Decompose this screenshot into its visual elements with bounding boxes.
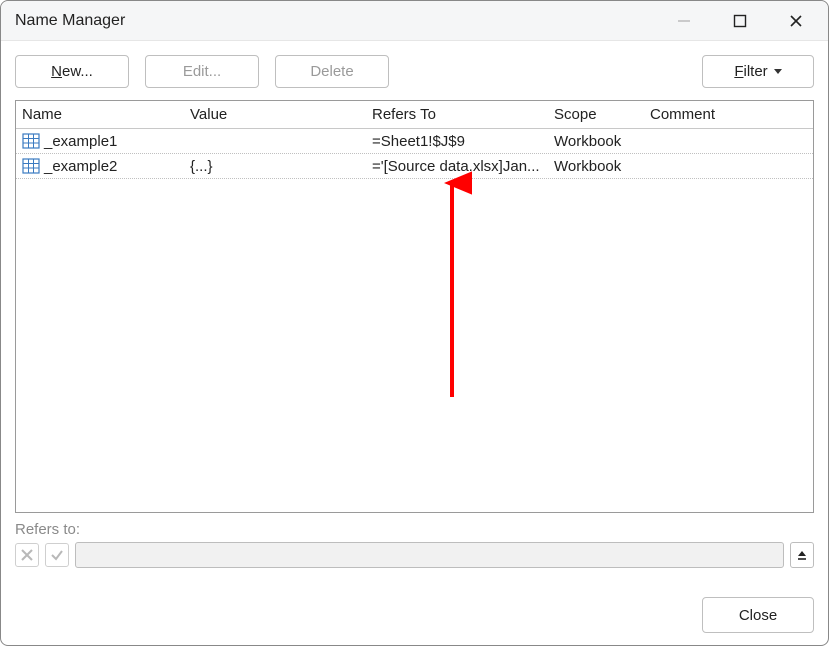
header-value[interactable]: Value bbox=[184, 101, 366, 128]
row-refers: ='[Source data.xlsx]Jan... bbox=[366, 158, 548, 175]
toolbar: New... New... Edit... Delete Filter Filt… bbox=[1, 41, 828, 100]
titlebar: Name Manager bbox=[1, 1, 828, 41]
x-icon bbox=[20, 548, 34, 562]
new-button[interactable]: New... New... bbox=[15, 55, 129, 88]
check-icon bbox=[50, 548, 64, 562]
edit-button[interactable]: Edit... bbox=[145, 55, 259, 88]
table-icon bbox=[22, 157, 40, 175]
header-scope[interactable]: Scope bbox=[548, 101, 644, 128]
table-icon bbox=[22, 132, 40, 150]
list-header: Name Value Refers To Scope Comment bbox=[16, 101, 813, 129]
annotation-arrow bbox=[432, 167, 472, 407]
range-picker-button[interactable] bbox=[790, 542, 814, 568]
maximize-icon bbox=[733, 14, 747, 28]
accept-edit-button[interactable] bbox=[45, 543, 69, 567]
header-comment[interactable]: Comment bbox=[644, 101, 813, 128]
table-row[interactable]: _example1 =Sheet1!$J$9 Workbook bbox=[16, 129, 813, 154]
chevron-down-icon bbox=[774, 69, 782, 74]
close-button[interactable]: Close bbox=[702, 597, 814, 633]
minimize-icon bbox=[677, 14, 691, 28]
close-icon bbox=[789, 14, 803, 28]
refers-to-input[interactable] bbox=[75, 542, 784, 568]
names-list: Name Value Refers To Scope Comment _exam bbox=[15, 100, 814, 513]
refers-to-label: Refers to: bbox=[1, 513, 828, 538]
row-name: _example2 bbox=[44, 158, 117, 175]
dialog-footer: Close bbox=[1, 568, 828, 645]
header-refers[interactable]: Refers To bbox=[366, 101, 548, 128]
row-scope: Workbook bbox=[548, 133, 644, 150]
table-row[interactable]: _example2 {...} ='[Source data.xlsx]Jan.… bbox=[16, 154, 813, 179]
row-refers: =Sheet1!$J$9 bbox=[366, 133, 548, 150]
delete-button[interactable]: Delete bbox=[275, 55, 389, 88]
minimize-button[interactable] bbox=[656, 1, 712, 41]
row-name: _example1 bbox=[44, 133, 117, 150]
cancel-edit-button[interactable] bbox=[15, 543, 39, 567]
refers-to-row bbox=[1, 538, 828, 568]
collapse-dialog-icon bbox=[795, 548, 809, 562]
filter-button[interactable]: Filter Filter bbox=[702, 55, 814, 88]
window-title: Name Manager bbox=[15, 12, 125, 30]
header-name[interactable]: Name bbox=[16, 101, 184, 128]
row-value: {...} bbox=[184, 158, 366, 175]
name-manager-dialog: Name Manager New... New... Edit... Delet… bbox=[0, 0, 829, 646]
row-scope: Workbook bbox=[548, 158, 644, 175]
maximize-button[interactable] bbox=[712, 1, 768, 41]
close-window-button[interactable] bbox=[768, 1, 824, 41]
